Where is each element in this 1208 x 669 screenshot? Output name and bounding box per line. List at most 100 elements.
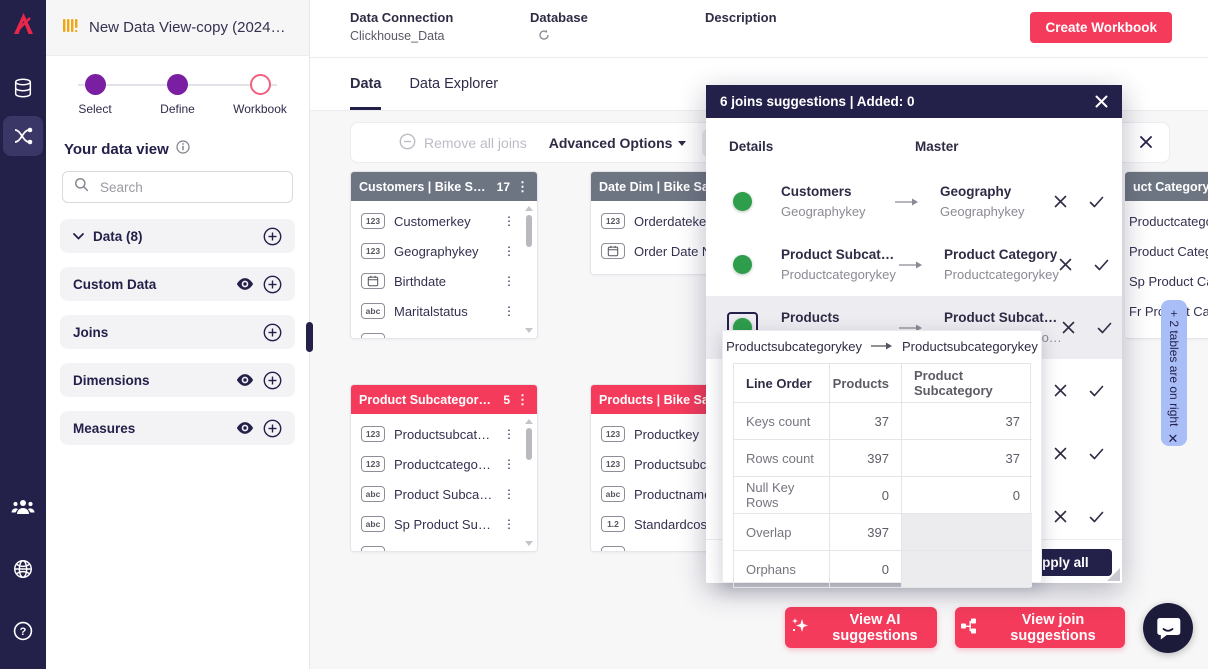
- stepper-step-select[interactable]: Select: [64, 74, 126, 116]
- field-count-badge: 5: [503, 393, 510, 407]
- stepper-step-define[interactable]: Define: [147, 74, 209, 116]
- accept-join-icon[interactable]: [1094, 259, 1109, 271]
- users-icon[interactable]: [3, 487, 43, 527]
- chevron-down-icon: [678, 141, 686, 146]
- stats-row-label: Orphans: [734, 550, 829, 587]
- chat-help-button[interactable]: [1143, 603, 1193, 653]
- kebab-menu-icon[interactable]: ⋮: [503, 518, 515, 530]
- accept-join-icon[interactable]: [1097, 322, 1112, 334]
- kebab-menu-icon[interactable]: ⋮: [503, 305, 515, 317]
- num-type-icon: 123: [361, 426, 385, 442]
- details-column-label: Details: [729, 139, 915, 154]
- sidebar-resize-handle[interactable]: [306, 322, 313, 352]
- kebab-menu-icon[interactable]: ⋮: [503, 458, 515, 470]
- accept-join-icon[interactable]: [1089, 448, 1104, 460]
- side-tab-close-icon[interactable]: ✕: [1167, 432, 1182, 447]
- eye-icon[interactable]: [236, 374, 254, 386]
- field-row[interactable]: abcProduct Subcategory⋮: [351, 479, 537, 509]
- data-model-icon[interactable]: [3, 116, 43, 156]
- kebab-menu-icon[interactable]: ⋮: [503, 428, 515, 440]
- field-row[interactable]: abc: [351, 539, 537, 552]
- table-card-customers[interactable]: Customers | Bike Sales17⋮123Customerkey⋮…: [350, 171, 538, 339]
- view-ai-suggestions-button[interactable]: View AI suggestions: [785, 607, 937, 648]
- plus-circle-icon[interactable]: [263, 227, 282, 246]
- tab-data[interactable]: Data: [350, 76, 381, 110]
- remove-all-joins-button[interactable]: Remove all joins: [399, 133, 527, 153]
- field-row[interactable]: abcMaritalstatus⋮: [351, 296, 537, 326]
- help-icon[interactable]: ?: [3, 611, 43, 651]
- sidebar-section-data-8[interactable]: Data (8): [60, 219, 295, 253]
- join-suggestion-row[interactable]: Product SubcategoryProductcategorykeyPro…: [706, 233, 1122, 296]
- field-row[interactable]: Birthdate⋮: [351, 266, 537, 296]
- toolbar-close-icon[interactable]: [1139, 135, 1153, 154]
- plus-circle-icon[interactable]: [263, 419, 282, 438]
- join-suggestion-row[interactable]: CustomersGeographykeyGeographyGeographyk…: [706, 170, 1122, 233]
- dec-type-icon: 1.2: [601, 516, 625, 532]
- create-workbook-button[interactable]: Create Workbook: [1030, 12, 1172, 43]
- modal-title: 6 joins suggestions | Added: 0: [720, 94, 915, 109]
- accept-join-icon[interactable]: [1089, 511, 1104, 523]
- field-row[interactable]: 123Productcategorykey⋮: [351, 449, 537, 479]
- reject-join-icon[interactable]: [1054, 384, 1067, 397]
- card-scrollbar[interactable]: [523, 203, 535, 336]
- database-icon[interactable]: [3, 68, 43, 108]
- kebab-menu-icon[interactable]: ⋮: [516, 180, 529, 193]
- accept-join-icon[interactable]: [1089, 385, 1104, 397]
- kebab-menu-icon[interactable]: ⋮: [516, 393, 529, 406]
- sidebar-section-custom-data[interactable]: Custom Data: [60, 267, 295, 301]
- field-row[interactable]: Productcategorykey: [1125, 206, 1208, 236]
- section-label: Data (8): [93, 229, 254, 244]
- reject-join-icon[interactable]: [1054, 195, 1067, 208]
- plus-circle-icon[interactable]: [263, 371, 282, 390]
- table-card-product-subcategory[interactable]: Product Subcategory | Bike Sales5⋮123Pro…: [350, 384, 538, 552]
- eye-icon[interactable]: [236, 422, 254, 434]
- str-type-icon: abc: [361, 546, 385, 552]
- field-row[interactable]: abc: [351, 326, 537, 339]
- kebab-menu-icon[interactable]: ⋮: [503, 215, 515, 227]
- detail-table-name: Products: [781, 310, 899, 325]
- reject-join-icon[interactable]: [1054, 510, 1067, 523]
- field-label: Productcategorykey: [1129, 214, 1208, 229]
- field-row[interactable]: Sp Product Category: [1125, 266, 1208, 296]
- modal-close-icon[interactable]: [1095, 95, 1108, 108]
- tab-data-explorer[interactable]: Data Explorer: [409, 76, 498, 110]
- reject-join-icon[interactable]: [1059, 258, 1072, 271]
- accept-join-icon[interactable]: [1089, 196, 1104, 208]
- info-icon[interactable]: [176, 140, 190, 158]
- modal-resize-handle[interactable]: [1107, 568, 1120, 581]
- advanced-options-dropdown[interactable]: Advanced Options: [549, 135, 687, 151]
- plus-circle-icon[interactable]: [263, 275, 282, 294]
- green-dot-icon: [733, 192, 752, 211]
- kebab-menu-icon[interactable]: ⋮: [503, 275, 515, 287]
- reject-join-icon[interactable]: [1054, 447, 1067, 460]
- stepper-step-workbook[interactable]: Workbook: [229, 74, 291, 116]
- heading-label: Your data view: [64, 141, 169, 158]
- globe-icon[interactable]: [3, 549, 43, 589]
- topbar: Data Connection Clickhouse_Data Database…: [310, 0, 1208, 58]
- field-row[interactable]: 123Customerkey⋮: [351, 206, 537, 236]
- field-row[interactable]: Product Category: [1125, 236, 1208, 266]
- tables-on-right-tab[interactable]: + 2 tables are on right ✕: [1161, 300, 1187, 446]
- stepper-dot: [85, 74, 106, 95]
- field-row[interactable]: 123Geographykey⋮: [351, 236, 537, 266]
- brand-logo: [10, 10, 37, 42]
- detail-key-name: Productcategorykey: [781, 267, 899, 282]
- reject-join-icon[interactable]: [1062, 321, 1075, 334]
- plus-circle-icon[interactable]: [263, 323, 282, 342]
- data-connection-value: Clickhouse_Data: [350, 29, 453, 43]
- view-join-suggestions-button[interactable]: View join suggestions: [955, 607, 1125, 648]
- kebab-menu-icon[interactable]: ⋮: [503, 245, 515, 257]
- refresh-icon[interactable]: [530, 29, 588, 44]
- field-row[interactable]: abcSp Product Subcategory⋮: [351, 509, 537, 539]
- kebab-menu-icon[interactable]: ⋮: [503, 488, 515, 500]
- card-scrollbar[interactable]: [523, 416, 535, 549]
- modal-header[interactable]: 6 joins suggestions | Added: 0: [706, 85, 1122, 118]
- stats-header-cell: Product Subcategory: [901, 364, 1032, 402]
- sidebar-section-measures[interactable]: Measures: [60, 411, 295, 445]
- sidebar-section-joins[interactable]: Joins: [60, 315, 295, 349]
- search-box: [62, 171, 293, 203]
- sidebar-section-dimensions[interactable]: Dimensions: [60, 363, 295, 397]
- field-row[interactable]: 123Productsubcategorykey⋮: [351, 419, 537, 449]
- eye-icon[interactable]: [236, 278, 254, 290]
- search-input[interactable]: [98, 179, 281, 196]
